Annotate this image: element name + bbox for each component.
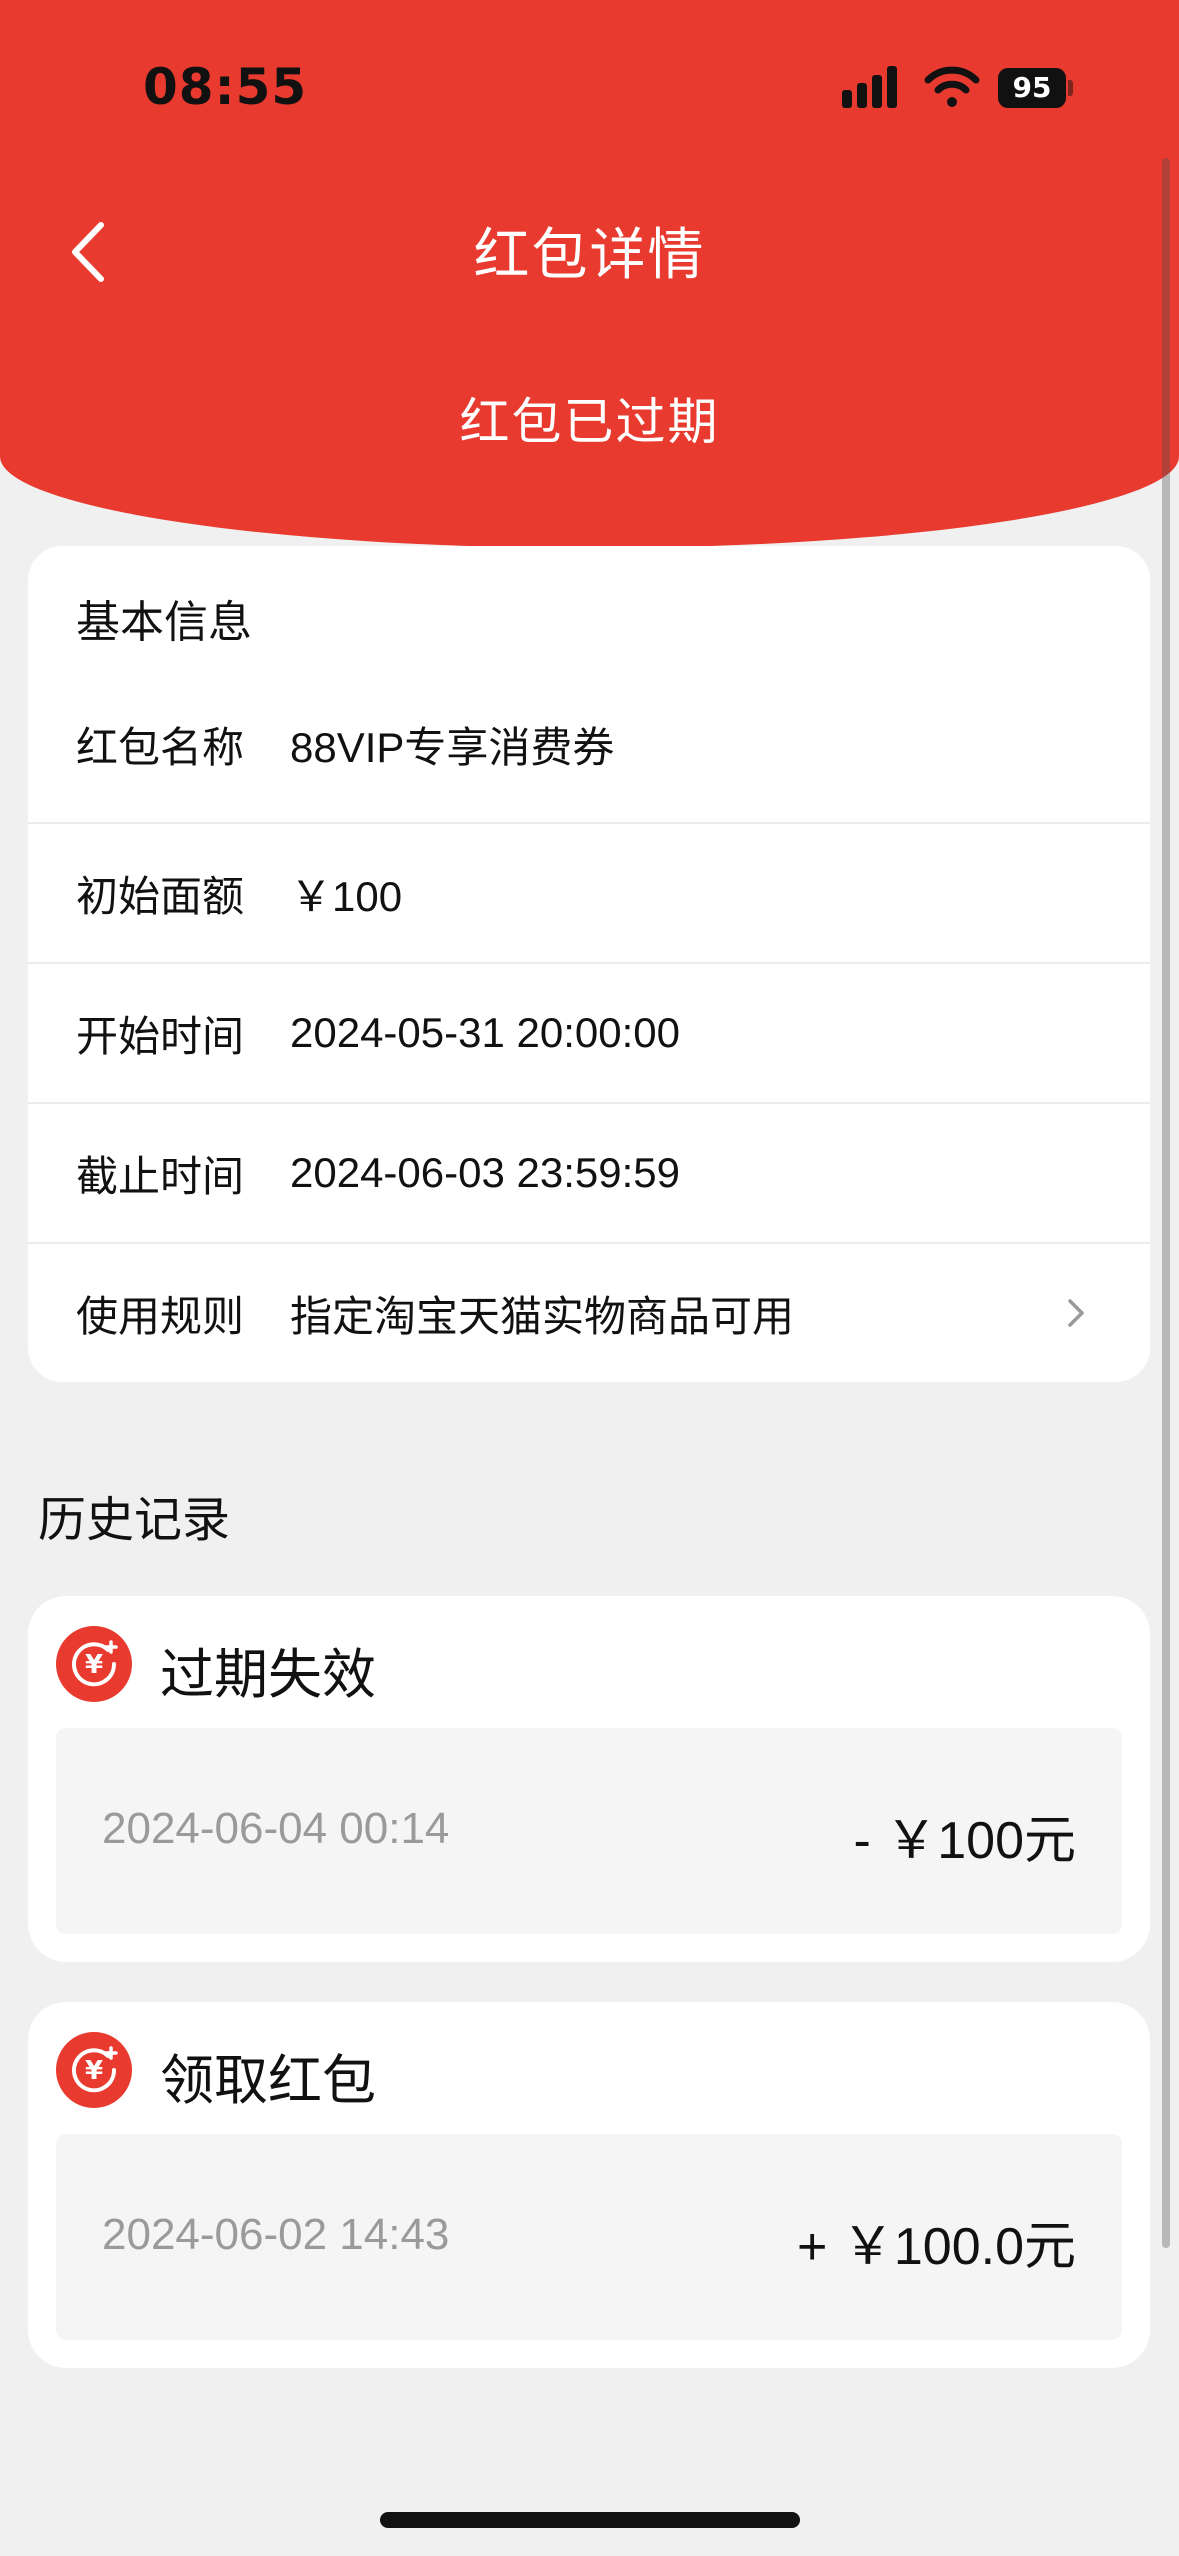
history-card: ¥ 过期失效 2024-06-04 00:14 - ￥100元 <box>28 1596 1150 1962</box>
info-value: 88VIP专享消费券 <box>290 723 615 771</box>
basic-info-heading: 基本信息 <box>76 597 252 648</box>
info-row-start-time: 开始时间 2024-05-31 20:00:00 <box>28 962 1150 1102</box>
signal-icon <box>842 66 897 108</box>
info-label: 开始时间 <box>76 1011 245 1061</box>
status-bar: 08:55 95 <box>0 0 1179 170</box>
svg-text:¥: ¥ <box>85 1650 103 1680</box>
info-label: 截止时间 <box>76 1151 245 1201</box>
info-value: 2024-05-31 20:00:00 <box>290 1009 680 1056</box>
info-value: 指定淘宝天猫实物商品可用 <box>290 1292 795 1340</box>
history-date: 2024-06-02 14:43 <box>102 2210 450 2259</box>
info-label: 初始面额 <box>76 871 245 921</box>
history-date: 2024-06-04 00:14 <box>102 1804 450 1853</box>
history-card: ¥ 领取红包 2024-06-02 14:43 + ￥100.0元 <box>28 2002 1150 2368</box>
info-value: 2024-06-03 23:59:59 <box>290 1149 680 1196</box>
yuan-coin-icon: ¥ <box>56 1626 132 1702</box>
page-title: 红包详情 <box>473 223 706 288</box>
history-type: 领取红包 <box>160 2049 376 2112</box>
info-row-end-time: 截止时间 2024-06-03 23:59:59 <box>28 1102 1150 1242</box>
wifi-icon <box>924 66 980 107</box>
info-row-name: 红包名称 88VIP专享消费券 <box>28 674 1150 814</box>
battery-icon: 95 <box>998 68 1073 108</box>
battery-level: 95 <box>998 68 1066 108</box>
info-value: ￥100 <box>290 872 403 920</box>
status-time: 08:55 <box>143 58 308 116</box>
scroll-indicator <box>1162 158 1170 2248</box>
battery-cap <box>1068 80 1073 96</box>
svg-text:¥: ¥ <box>85 2056 103 2086</box>
info-row-amount: 初始面额 ￥100 <box>28 822 1150 962</box>
history-detail: 2024-06-02 14:43 + ￥100.0元 <box>56 2134 1122 2340</box>
info-row-usage-rules[interactable]: 使用规则 指定淘宝天猫实物商品可用 <box>28 1242 1150 1382</box>
yuan-coin-icon: ¥ <box>56 2032 132 2108</box>
history-title: 历史记录 <box>38 1492 231 1548</box>
history-detail: 2024-06-04 00:14 - ￥100元 <box>56 1728 1122 1934</box>
red-packet-status: 红包已过期 <box>459 393 720 451</box>
history-amount: + ￥100.0元 <box>797 2218 1076 2276</box>
home-indicator[interactable] <box>380 2512 800 2528</box>
basic-info-card: 基本信息 红包名称 88VIP专享消费券 初始面额 ￥100 开始时间 2024… <box>28 546 1150 1382</box>
info-label: 使用规则 <box>76 1291 245 1341</box>
info-label: 红包名称 <box>76 722 245 772</box>
history-amount: - ￥100元 <box>853 1812 1076 1870</box>
chevron-right-icon <box>1068 1299 1084 1327</box>
history-type: 过期失效 <box>160 1643 376 1706</box>
